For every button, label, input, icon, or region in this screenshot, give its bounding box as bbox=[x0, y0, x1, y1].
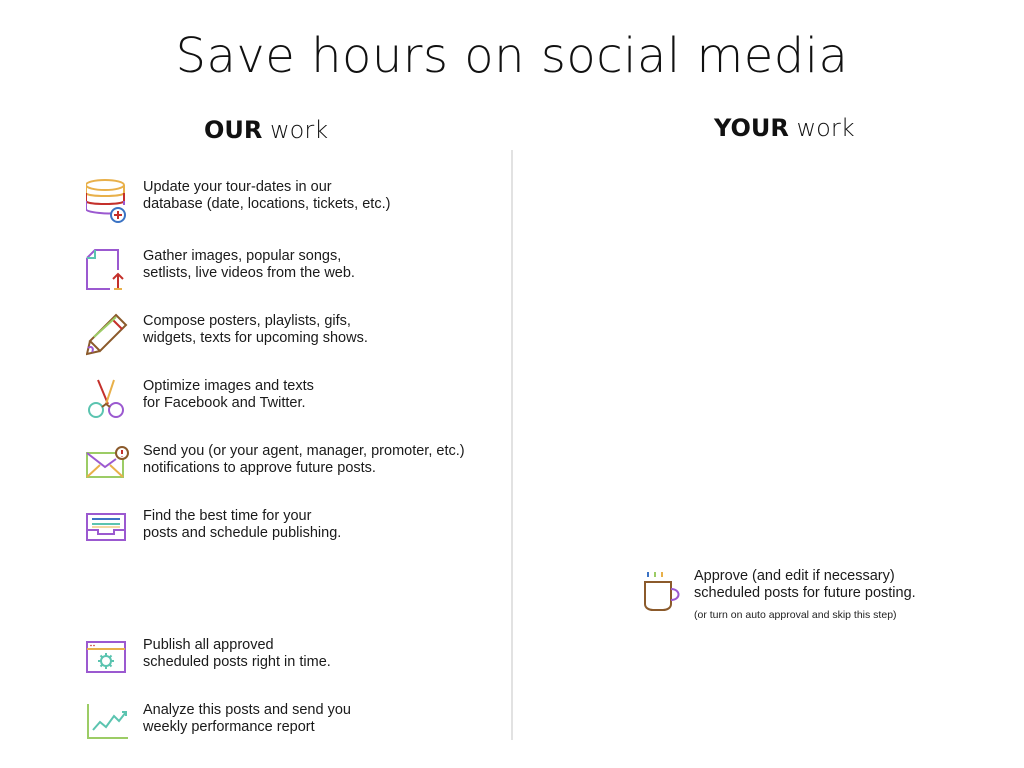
task-line-1: Publish all approved bbox=[143, 637, 274, 653]
task-text: Compose posters, playlists, gifs, widget… bbox=[143, 313, 368, 347]
task-text: Send you (or your agent, manager, promot… bbox=[143, 443, 465, 477]
task-line-2: database (date, locations, tickets, etc.… bbox=[143, 196, 391, 212]
file-upload-icon bbox=[86, 248, 130, 292]
our-work-heading: OUR work bbox=[204, 116, 328, 144]
task-optimize-images: Optimize images and texts for Facebook a… bbox=[86, 378, 314, 422]
task-text: Optimize images and texts for Facebook a… bbox=[143, 378, 314, 412]
your-work-heading: YOUR work bbox=[714, 114, 855, 142]
task-line-1: Send you (or your agent, manager, promot… bbox=[143, 443, 465, 459]
task-send-notifications: Send you (or your agent, manager, promot… bbox=[86, 443, 465, 487]
task-text: Publish all approved scheduled posts rig… bbox=[143, 637, 331, 671]
task-publish-posts: Publish all approved scheduled posts rig… bbox=[86, 637, 331, 681]
schedule-tray-icon bbox=[86, 508, 130, 552]
task-line-2: notifications to approve future posts. bbox=[143, 460, 376, 476]
task-line-1: Gather images, popular songs, bbox=[143, 248, 342, 264]
task-update-tour-dates: Update your tour-dates in our database (… bbox=[86, 179, 390, 223]
task-analyze-posts: Analyze this posts and send you weekly p… bbox=[86, 702, 351, 746]
your-work-heading-light: work bbox=[796, 114, 855, 142]
scissors-icon bbox=[86, 378, 130, 422]
database-add-icon bbox=[86, 179, 130, 223]
task-gather-media: Gather images, popular songs, setlists, … bbox=[86, 248, 355, 292]
analytics-chart-icon bbox=[86, 702, 130, 746]
task-line-2: scheduled posts for future posting. bbox=[694, 585, 916, 601]
your-work-heading-strong: YOUR bbox=[714, 114, 789, 142]
task-line-1: Compose posters, playlists, gifs, bbox=[143, 313, 351, 329]
task-line-1: Optimize images and texts bbox=[143, 378, 314, 394]
task-approve-posts: Approve (and edit if necessary) schedule… bbox=[637, 568, 916, 624]
task-schedule-publishing: Find the best time for your posts and sc… bbox=[86, 508, 341, 552]
auto-approval-note: (or turn on auto approval and skip this … bbox=[694, 609, 897, 621]
task-compose-posters: Compose posters, playlists, gifs, widget… bbox=[86, 313, 368, 357]
task-text: Find the best time for your posts and sc… bbox=[143, 508, 341, 542]
task-line-1: Update your tour-dates in our bbox=[143, 179, 332, 195]
task-text: Approve (and edit if necessary) schedule… bbox=[694, 568, 916, 624]
pencil-icon bbox=[86, 313, 130, 357]
task-line-2: for Facebook and Twitter. bbox=[143, 395, 306, 411]
coffee-cup-icon bbox=[637, 568, 681, 612]
task-line-2: widgets, texts for upcoming shows. bbox=[143, 330, 368, 346]
our-work-heading-light: work bbox=[270, 116, 329, 144]
mail-notification-icon bbox=[86, 443, 130, 487]
task-line-1: Find the best time for your bbox=[143, 508, 312, 524]
task-text: Gather images, popular songs, setlists, … bbox=[143, 248, 355, 282]
our-work-heading-strong: OUR bbox=[204, 116, 263, 144]
task-line-2: setlists, live videos from the web. bbox=[143, 265, 355, 281]
page-title: Save hours on social media bbox=[175, 28, 849, 84]
task-line-1: Analyze this posts and send you bbox=[143, 702, 351, 718]
task-text: Analyze this posts and send you weekly p… bbox=[143, 702, 351, 736]
task-text: Update your tour-dates in our database (… bbox=[143, 179, 390, 213]
task-line-2: weekly performance report bbox=[143, 719, 315, 735]
task-line-2: scheduled posts right in time. bbox=[143, 654, 331, 670]
browser-settings-icon bbox=[86, 637, 130, 681]
task-line-1: Approve (and edit if necessary) bbox=[694, 568, 895, 584]
column-divider bbox=[511, 150, 513, 740]
task-line-2: posts and schedule publishing. bbox=[143, 525, 342, 541]
